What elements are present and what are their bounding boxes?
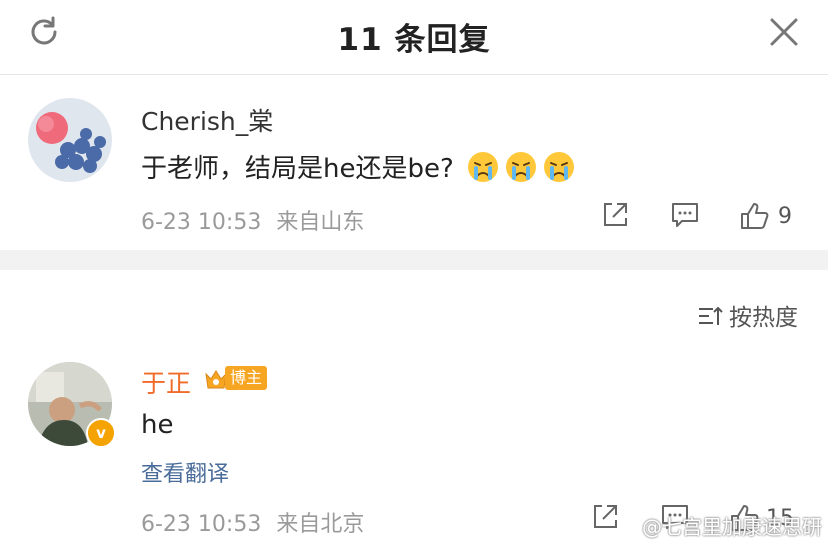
comment-meta: 6-23 10:53 来自山东	[141, 204, 364, 236]
comment-timestamp: 6-23 10:53	[141, 210, 262, 235]
blogger-badge-label: 博主	[225, 366, 268, 390]
comment-location: 来自北京	[276, 512, 365, 537]
section-divider	[0, 250, 828, 270]
sort-button[interactable]: 按热度	[697, 298, 798, 332]
comment-username[interactable]: 于正	[141, 364, 191, 400]
comment-meta: 6-23 10:53 来自北京	[141, 506, 364, 538]
share-icon[interactable]	[600, 200, 630, 230]
translate-link[interactable]: 查看翻译	[141, 456, 229, 488]
crying-emoji	[544, 152, 575, 182]
comment-location: 来自山东	[276, 210, 365, 235]
header-bar: 11 条回复	[0, 0, 828, 75]
crying-emoji	[468, 152, 499, 182]
crying-emoji	[506, 152, 537, 182]
comment-timestamp: 6-23 10:53	[141, 512, 262, 537]
comment-item: Cherish_棠 于老师，结局是he还是be? 6-23 10:53 来自山东	[0, 76, 828, 250]
comment-icon[interactable]	[670, 200, 700, 230]
comment-username[interactable]: Cherish_棠	[141, 102, 273, 138]
comment-text-content: 于老师，结局是he还是be?	[141, 154, 454, 184]
page-title: 11 条回复	[337, 22, 491, 58]
comment-actions: 9	[600, 200, 800, 234]
sort-icon	[699, 306, 723, 325]
like-icon[interactable]	[738, 200, 770, 232]
comment-text: he	[141, 410, 174, 440]
verified-badge: v	[86, 418, 116, 448]
share-icon[interactable]	[590, 502, 620, 532]
close-icon[interactable]	[766, 14, 802, 50]
avatar[interactable]	[28, 98, 112, 182]
comment-text: 于老师，结局是he还是be?	[141, 148, 576, 185]
sort-label: 按热度	[729, 305, 798, 331]
watermark: @七宫里加康速思研	[642, 515, 822, 539]
like-count: 9	[778, 204, 792, 229]
